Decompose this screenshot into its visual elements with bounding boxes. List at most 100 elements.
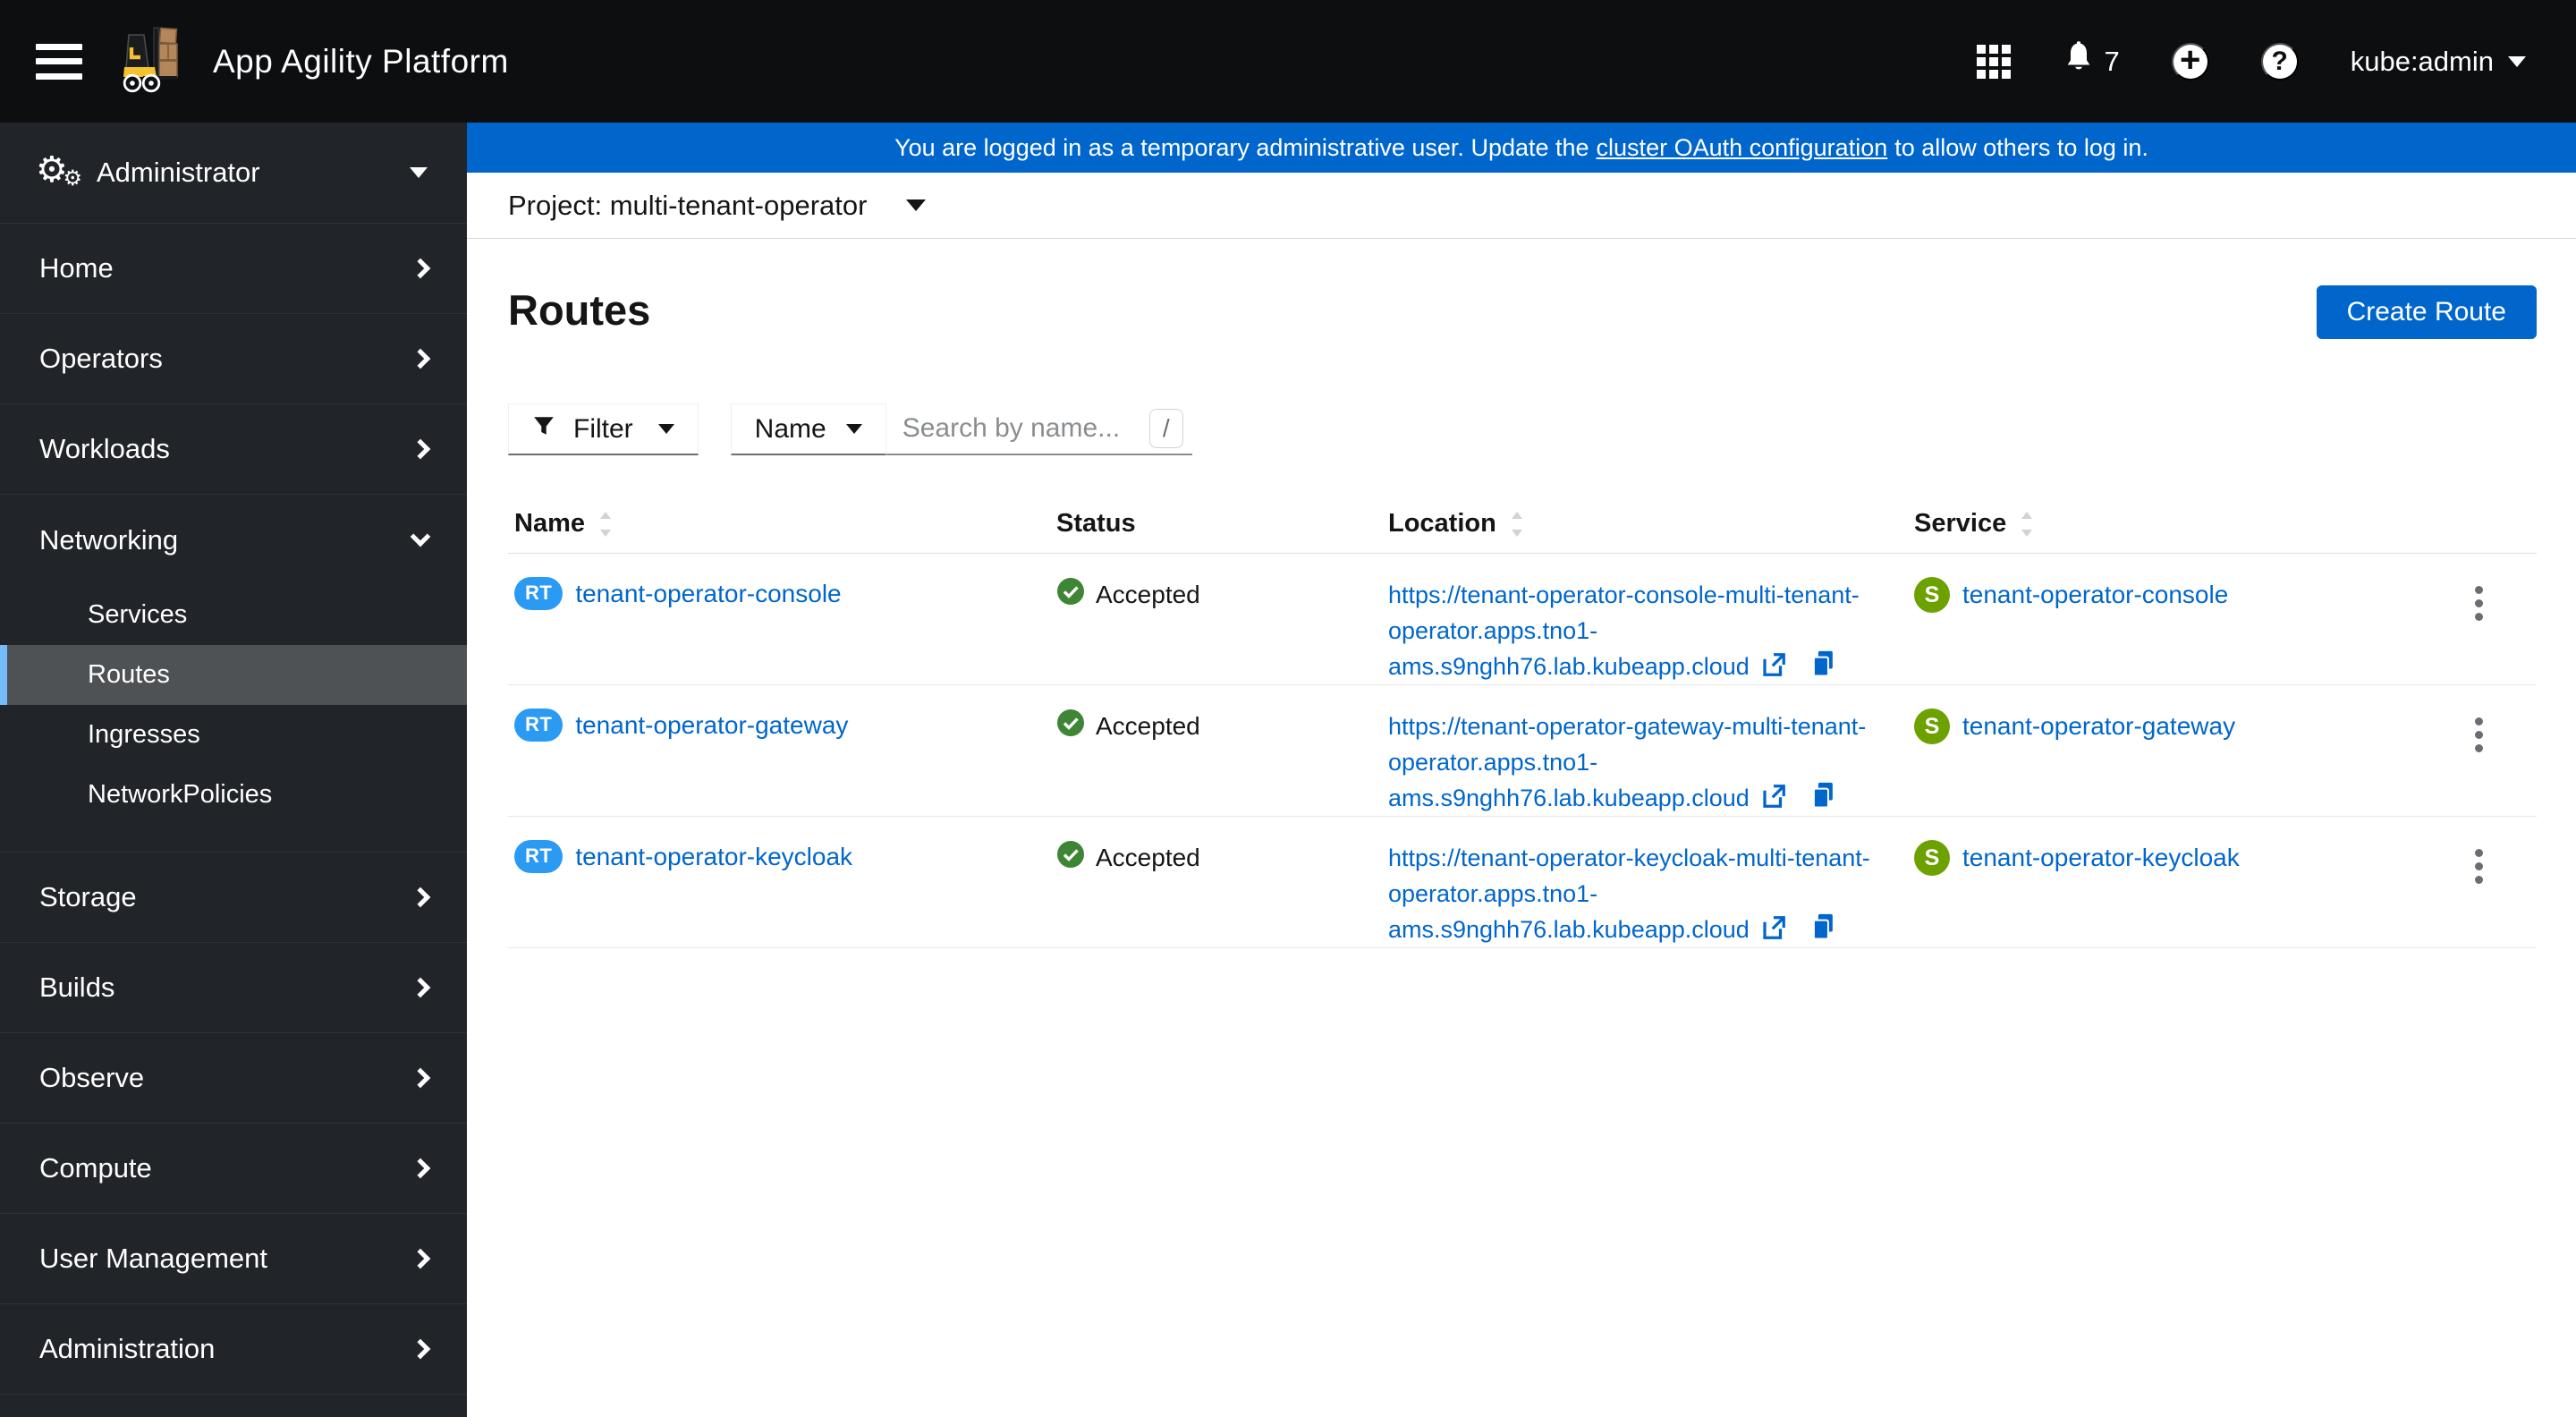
sidebar-item-home[interactable]: Home [0, 224, 467, 314]
login-banner: You are logged in as a temporary adminis… [467, 123, 2576, 173]
sort-icon [2021, 511, 2033, 537]
sidebar-item-label: Home [39, 252, 114, 284]
check-circle-icon [1056, 840, 1085, 875]
sidebar-item-label: Operators [39, 343, 163, 374]
check-circle-icon [1056, 577, 1085, 612]
chevron-right-icon [410, 1067, 431, 1089]
route-badge: RT [514, 577, 564, 610]
service-name-link[interactable]: tenant-operator-console [1962, 581, 2228, 609]
sidebar-item-networking[interactable]: Networking [0, 495, 467, 585]
sidebar-item-label: User Management [39, 1243, 268, 1274]
sidebar-subitem-label: Services [88, 600, 188, 629]
route-location-link[interactable]: https://tenant-operator-keycloak-multi-t… [1388, 844, 1870, 943]
chevron-right-icon [410, 438, 431, 460]
plus-circle-icon[interactable]: + [2171, 42, 2209, 81]
sidebar: ⚙ ⚙ Administrator Home Operators Workload… [0, 123, 467, 1417]
perspective-switcher[interactable]: ⚙ ⚙ Administrator [0, 123, 467, 224]
username: kube:admin [2350, 45, 2494, 77]
masthead: App Agility Platform 7 + ? kube:admin [0, 0, 2576, 123]
app-launcher-icon[interactable] [1977, 44, 2012, 79]
sidebar-subitem-label: Ingresses [88, 720, 200, 749]
routes-table: Name Status Location Service RT tenant-o… [508, 496, 2537, 948]
route-location-link[interactable]: https://tenant-operator-gateway-multi-te… [1388, 713, 1866, 811]
route-location-link[interactable]: https://tenant-operator-console-multi-te… [1388, 581, 1860, 680]
chevron-right-icon [410, 1338, 431, 1360]
sidebar-item-label: Builds [39, 972, 115, 1003]
table-row: RT tenant-operator-gateway Accepted http… [508, 685, 2537, 817]
table-row: RT tenant-operator-keycloak Accepted htt… [508, 817, 2537, 948]
status-text: Accepted [1096, 580, 1200, 608]
search-box: / [886, 403, 1192, 455]
table-header: Name Status Location Service [508, 496, 2537, 554]
sidebar-item-routes[interactable]: Routes [0, 645, 467, 705]
create-route-button[interactable]: Create Route [2316, 285, 2537, 339]
sidebar-item-services[interactable]: Services [0, 585, 467, 645]
column-header-status[interactable]: Status [1050, 496, 1382, 553]
copy-icon[interactable] [1810, 650, 1837, 680]
copy-icon[interactable] [1810, 913, 1837, 943]
bell-icon [2063, 40, 2095, 83]
service-name-link[interactable]: tenant-operator-keycloak [1962, 844, 2240, 872]
service-badge: S [1914, 840, 1950, 876]
service-badge: S [1914, 708, 1950, 744]
kebab-menu-icon[interactable] [2466, 577, 2492, 630]
column-header-location[interactable]: Location [1382, 496, 1908, 553]
filter-dropdown[interactable]: Filter [508, 403, 699, 455]
menu-toggle-icon[interactable] [36, 43, 82, 80]
banner-text-after: to allow others to log in. [1894, 133, 2148, 161]
external-link-icon[interactable] [1760, 653, 1787, 680]
sidebar-item-networkpolicies[interactable]: NetworkPolicies [0, 765, 467, 825]
masthead-left: App Agility Platform [36, 24, 509, 98]
chevron-right-icon [410, 887, 431, 908]
page-title: Routes [508, 286, 651, 334]
route-name-link[interactable]: tenant-operator-gateway [575, 711, 848, 740]
service-name-link[interactable]: tenant-operator-gateway [1962, 712, 2235, 741]
external-link-icon[interactable] [1760, 916, 1787, 943]
forklift-logo-icon [118, 24, 193, 98]
sidebar-item-ingresses[interactable]: Ingresses [0, 705, 467, 765]
sidebar-item-compute[interactable]: Compute [0, 1124, 467, 1214]
route-name-link[interactable]: tenant-operator-keycloak [575, 843, 852, 871]
search-input[interactable] [902, 413, 1149, 444]
app-title: App Agility Platform [213, 42, 509, 80]
brand[interactable]: App Agility Platform [118, 24, 509, 98]
main-content: You are logged in as a temporary adminis… [467, 123, 2576, 1417]
copy-icon[interactable] [1810, 782, 1837, 811]
oauth-config-link[interactable]: cluster OAuth configuration [1597, 134, 1888, 162]
filter-icon [532, 414, 555, 445]
notifications-button[interactable]: 7 [2063, 40, 2120, 83]
column-header-service[interactable]: Service [1908, 496, 2415, 553]
table-row: RT tenant-operator-console Accepted http… [508, 554, 2537, 685]
status-text: Accepted [1096, 843, 1200, 871]
sidebar-item-label: Networking [39, 523, 179, 556]
sidebar-item-operators[interactable]: Operators [0, 314, 467, 404]
sidebar-item-administration[interactable]: Administration [0, 1304, 467, 1395]
sidebar-item-observe[interactable]: Observe [0, 1033, 467, 1124]
route-name-link[interactable]: tenant-operator-console [575, 580, 841, 608]
sidebar-item-builds[interactable]: Builds [0, 943, 467, 1033]
column-header-name[interactable]: Name [508, 496, 1050, 553]
masthead-right: 7 + ? kube:admin [1977, 40, 2526, 83]
banner-text-before: You are logged in as a temporary adminis… [894, 133, 1589, 161]
cogs-icon: ⚙ ⚙ [36, 150, 82, 191]
perspective-label: Administrator [97, 157, 260, 188]
kebab-menu-icon[interactable] [2466, 708, 2492, 761]
chevron-right-icon [410, 348, 431, 369]
chevron-right-icon [410, 258, 431, 279]
status-text: Accepted [1096, 711, 1200, 740]
notification-count: 7 [2104, 45, 2120, 77]
check-circle-icon [1056, 708, 1085, 743]
kebab-menu-icon[interactable] [2466, 840, 2492, 893]
project-bar: Project: multi-tenant-operator [467, 173, 2576, 239]
sidebar-group-networking: Networking Services Routes Ingresses Net… [0, 495, 467, 853]
caret-down-icon [657, 424, 674, 434]
sidebar-item-user-management[interactable]: User Management [0, 1214, 467, 1304]
sidebar-item-workloads[interactable]: Workloads [0, 404, 467, 495]
sidebar-item-storage[interactable]: Storage [0, 853, 467, 943]
search-attribute-dropdown[interactable]: Name [730, 403, 886, 455]
external-link-icon[interactable] [1760, 785, 1787, 811]
project-selector[interactable]: Project: multi-tenant-operator [508, 190, 927, 222]
help-icon[interactable]: ? [2260, 42, 2299, 81]
user-menu[interactable]: kube:admin [2351, 46, 2526, 78]
sidebar-item-label: Observe [39, 1062, 145, 1093]
